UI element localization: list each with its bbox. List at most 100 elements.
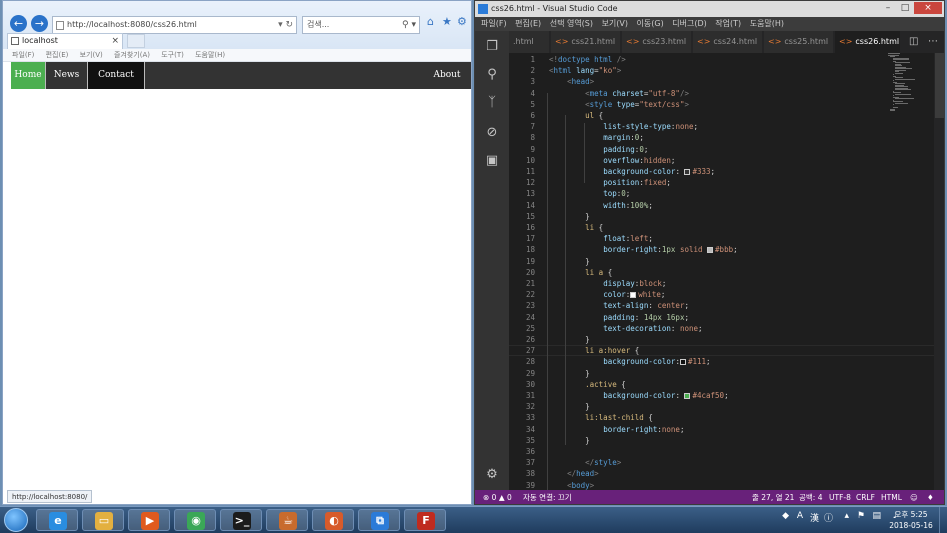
back-button[interactable]: ← xyxy=(10,15,27,32)
ime-hanja-icon[interactable]: 漢 xyxy=(810,511,819,524)
line-number: 4 xyxy=(530,88,535,98)
scrollbar-thumb[interactable] xyxy=(935,53,944,118)
code-line: border-right:none; xyxy=(549,425,684,434)
home-icon[interactable]: ⌂ xyxy=(427,15,434,28)
menu-edit[interactable]: 편집(E) xyxy=(46,51,69,59)
show-desktop-button[interactable] xyxy=(939,507,947,533)
new-tab-button[interactable] xyxy=(127,34,145,48)
help-icon[interactable]: ⓘ xyxy=(824,511,833,524)
clock[interactable]: 오후 5:25 2018-05-16 xyxy=(885,509,937,531)
search-icon[interactable]: ⚲ xyxy=(484,67,500,83)
tab-css26[interactable]: <>css26.html× xyxy=(835,31,901,53)
vscode-titlebar: css26.html - Visual Studio Code – □ × xyxy=(475,1,944,17)
live-share-status[interactable]: 자동 연결: 끄기 xyxy=(523,490,572,504)
refresh-icon[interactable]: ▾ ↻ xyxy=(278,17,293,33)
search-input[interactable]: 검색... ⚲ ▾ xyxy=(302,16,420,34)
keyboard-icon[interactable]: ◆ xyxy=(782,511,789,521)
indent-guide xyxy=(547,93,548,490)
split-editor-icon[interactable]: ◫ xyxy=(909,36,918,47)
maximize-button[interactable]: □ xyxy=(897,2,913,14)
tray-expand-icon[interactable]: ▴ xyxy=(844,511,849,521)
cursor-position[interactable]: 줄 27, 열 21 xyxy=(752,490,794,504)
encoding-status[interactable]: UTF-8 xyxy=(829,490,851,504)
code-token: lang xyxy=(571,66,595,76)
menu-tasks[interactable]: 작업(T) xyxy=(715,19,741,28)
indentation-status[interactable]: 공백: 4 xyxy=(799,490,822,504)
code-token: ; xyxy=(724,391,729,400)
gear-icon[interactable]: ⚙ xyxy=(457,15,467,28)
start-button[interactable] xyxy=(4,508,28,532)
vscode-icon: ⧉ xyxy=(371,512,389,530)
menu-file[interactable]: 파일(F) xyxy=(12,51,34,59)
close-icon[interactable]: × xyxy=(111,34,119,48)
notification-icon[interactable]: ♦ xyxy=(927,490,934,504)
close-button[interactable]: × xyxy=(914,2,942,14)
tab-css25[interactable]: <> css25.html xyxy=(764,31,834,53)
taskbar-app-folder[interactable]: ▭ xyxy=(82,509,124,531)
search-icon[interactable]: ⚲ ▾ xyxy=(402,17,416,33)
eol-status[interactable]: CRLF xyxy=(856,490,875,504)
tab-localhost[interactable]: localhost × xyxy=(7,33,123,49)
favorites-icon[interactable]: ★ xyxy=(442,15,452,28)
menu-go[interactable]: 이동(G) xyxy=(637,19,664,28)
more-actions-icon[interactable]: ⋯ xyxy=(928,36,938,47)
nav-link-contact[interactable]: Contact xyxy=(88,62,145,89)
taskbar-app-media[interactable]: ▶ xyxy=(128,509,170,531)
menu-help[interactable]: 도움말(H) xyxy=(195,51,225,59)
clock-date: 2018-05-16 xyxy=(889,521,933,530)
menu-edit[interactable]: 편집(E) xyxy=(515,19,541,28)
taskbar-app-terminal[interactable]: >_ xyxy=(220,509,262,531)
code-token: "ko" xyxy=(598,66,617,76)
menu-tools[interactable]: 도구(T) xyxy=(161,51,184,59)
minimize-button[interactable]: – xyxy=(880,2,896,14)
code-line: margin:0; xyxy=(549,133,644,142)
code-token: > xyxy=(594,469,599,479)
taskbar-app-filezilla[interactable]: F xyxy=(404,509,446,531)
tab-css23[interactable]: <> css23.html xyxy=(622,31,692,53)
ime-a-icon[interactable]: A xyxy=(797,511,803,521)
menu-help[interactable]: 도움말(H) xyxy=(750,19,784,28)
source-control-icon[interactable]: ᛉ xyxy=(484,95,500,111)
line-number: 6 xyxy=(530,111,535,120)
code-editor[interactable]: 1 <!doctype html /> 2 <html lang="ko"> 3 <he… xyxy=(509,53,944,490)
minimap[interactable] xyxy=(888,53,926,113)
nav-link-home[interactable]: Home xyxy=(11,62,46,89)
code-line: </style> xyxy=(549,458,621,467)
editor-scrollbar[interactable] xyxy=(934,53,944,490)
forward-button[interactable]: → xyxy=(31,15,48,32)
taskbar-app-ie[interactable]: e xyxy=(36,509,78,531)
feedback-icon[interactable]: ☺ xyxy=(910,490,918,504)
taskbar-app-java[interactable]: ☕ xyxy=(266,509,308,531)
taskbar-app-vscode[interactable]: ⧉ xyxy=(358,509,400,531)
tab-title: localhost xyxy=(22,36,58,45)
menu-debug[interactable]: 디버그(D) xyxy=(672,19,706,28)
menu-selection[interactable]: 선택 영역(S) xyxy=(550,19,593,28)
line-number: 25 xyxy=(525,323,535,333)
tab-css21[interactable]: <> css21.html xyxy=(551,31,621,53)
extensions-icon[interactable]: ▣ xyxy=(484,153,500,169)
action-center-icon[interactable]: ⚑ xyxy=(857,511,865,521)
debug-icon[interactable]: ⊘ xyxy=(484,125,500,141)
taskbar-app-eclipse[interactable]: ◐ xyxy=(312,509,354,531)
network-icon[interactable]: ▤ xyxy=(872,511,881,521)
explorer-icon[interactable]: ❐ xyxy=(484,39,500,55)
gear-icon[interactable]: ⚙ xyxy=(484,467,500,483)
line-number: 37 xyxy=(525,458,535,468)
taskbar-app-chrome[interactable]: ◉ xyxy=(174,509,216,531)
tab-css24[interactable]: <> css24.html xyxy=(693,31,763,53)
code-token: none xyxy=(661,424,680,434)
address-bar[interactable]: http://localhost:8080/css26.html ▾ ↻ xyxy=(52,16,297,34)
nav-link-news[interactable]: News xyxy=(46,62,88,89)
code-token: > xyxy=(589,480,595,490)
language-status[interactable]: HTML xyxy=(881,490,902,504)
code-token: 14px 16px xyxy=(643,312,685,322)
menu-view[interactable]: 보기(V) xyxy=(602,19,628,28)
problems-indicator[interactable]: ⊗ 0 ▲ 0 xyxy=(483,490,512,504)
menu-favorites[interactable]: 즐겨찾기(A) xyxy=(114,51,150,59)
menu-view[interactable]: 보기(V) xyxy=(80,51,103,59)
menu-file[interactable]: 파일(F) xyxy=(481,19,507,28)
nav-link-about[interactable]: About xyxy=(427,62,467,89)
tab-html[interactable]: .html xyxy=(509,31,550,53)
